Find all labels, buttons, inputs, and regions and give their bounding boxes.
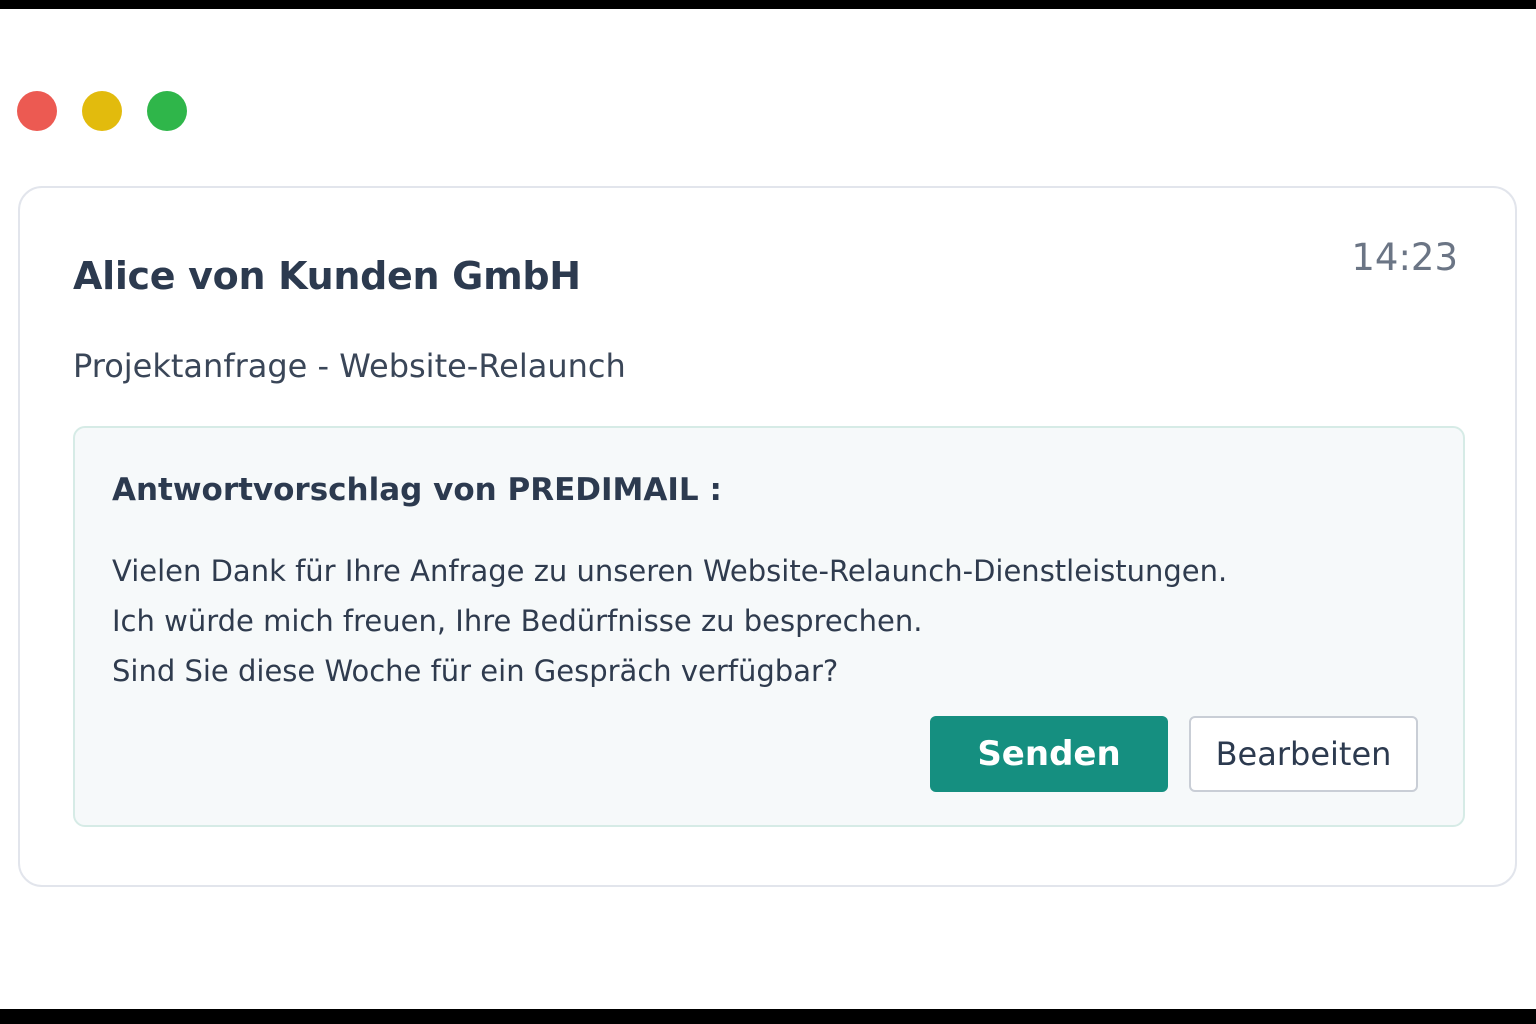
minimize-window-button[interactable] — [82, 91, 122, 131]
email-subject: Projektanfrage - Website-Relaunch — [73, 347, 626, 385]
window-controls — [17, 91, 187, 131]
suggestion-line: Sind Sie diese Woche für ein Gespräch ve… — [112, 654, 839, 688]
suggestion-title: Antwortvorschlag von PREDIMAIL : — [112, 472, 722, 508]
close-window-button[interactable] — [17, 91, 57, 131]
suggestion-body: Vielen Dank für Ihre Anfrage zu unseren … — [112, 546, 1227, 696]
zoom-window-button[interactable] — [147, 91, 187, 131]
sender-name: Alice von Kunden GmbH — [73, 254, 581, 298]
reply-suggestion-panel: Antwortvorschlag von PREDIMAIL : Vielen … — [73, 426, 1465, 827]
send-button[interactable]: Senden — [930, 716, 1168, 792]
suggestion-line: Vielen Dank für Ihre Anfrage zu unseren … — [112, 554, 1228, 588]
edit-button[interactable]: Bearbeiten — [1189, 716, 1418, 792]
email-card: Alice von Kunden GmbH 14:23 Projektanfra… — [18, 186, 1517, 887]
app-window: Alice von Kunden GmbH 14:23 Projektanfra… — [0, 9, 1536, 1009]
suggestion-line: Ich würde mich freuen, Ihre Bedürfnisse … — [112, 604, 923, 638]
email-timestamp: 14:23 — [1351, 236, 1458, 279]
